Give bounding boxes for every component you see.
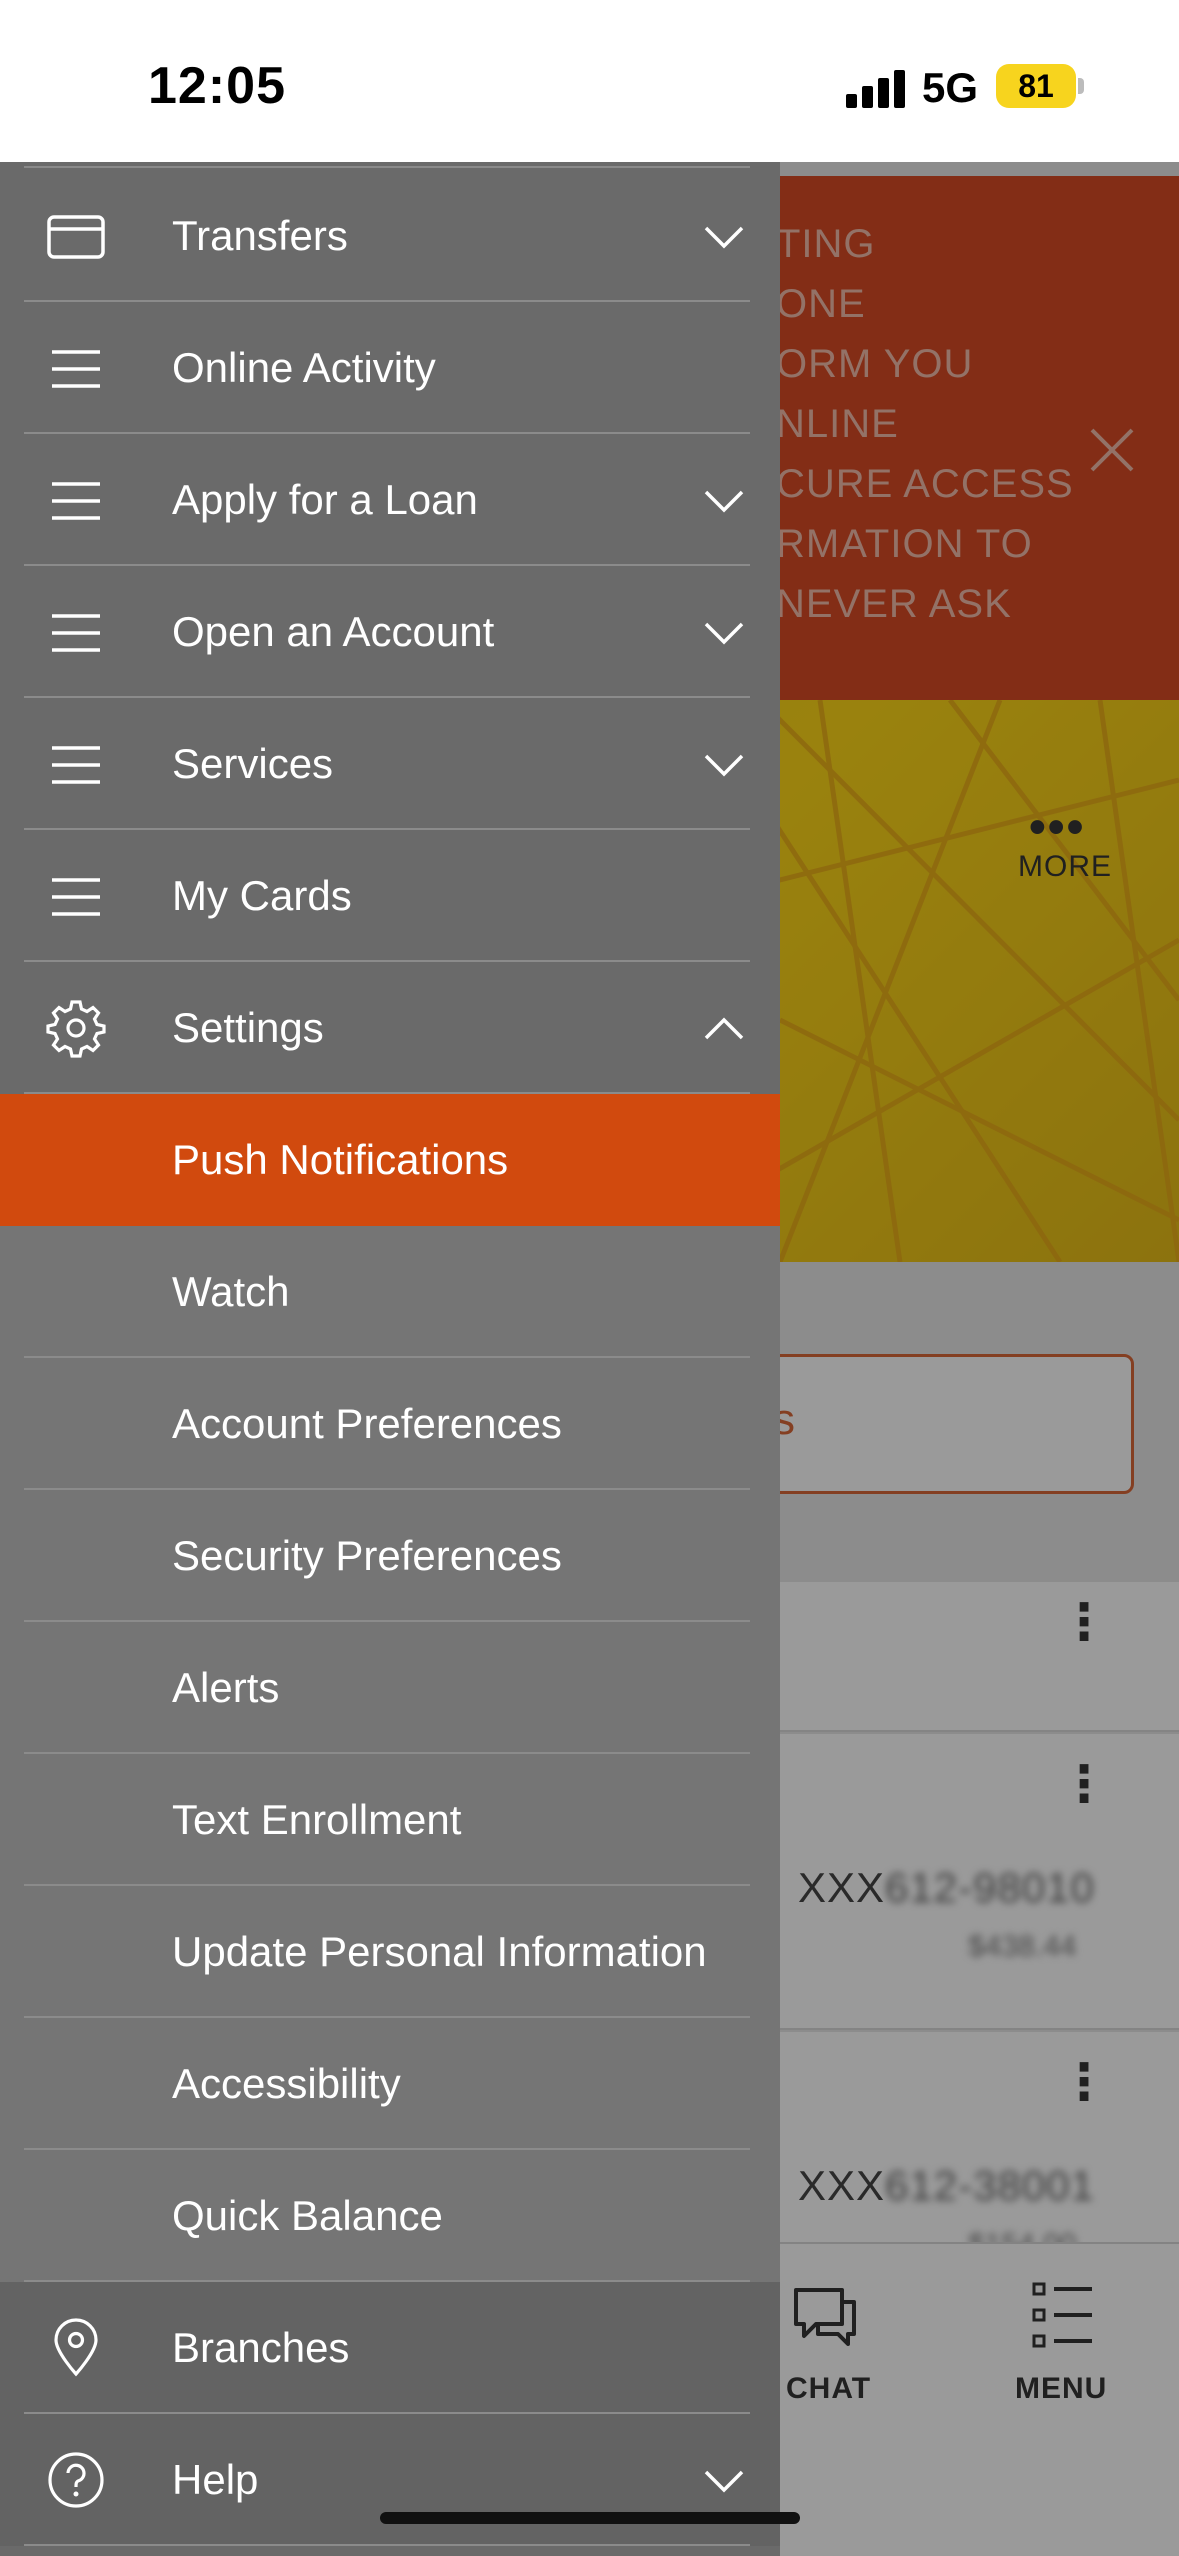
menu-item-services[interactable]: Services bbox=[0, 698, 780, 830]
menu-item-accessibility[interactable]: Accessibility bbox=[0, 2018, 780, 2150]
menu-item-label: Quick Balance bbox=[172, 2192, 443, 2239]
chevron-down-icon[interactable] bbox=[702, 616, 746, 648]
menu-item-settings[interactable]: Settings bbox=[0, 962, 780, 1094]
menu-item-label: Account Preferences bbox=[172, 1400, 562, 1447]
network-label: 5G bbox=[922, 64, 979, 111]
menu-item-help[interactable]: Help bbox=[0, 2414, 780, 2546]
menu-item-push-notifications[interactable]: Push Notifications bbox=[0, 1094, 780, 1226]
menu-item-alerts[interactable]: Alerts bbox=[0, 1622, 780, 1754]
menu-item-security-preferences[interactable]: Security Preferences bbox=[0, 1490, 780, 1622]
chevron-up-icon[interactable] bbox=[702, 1012, 746, 1044]
menu-item-label: Alerts bbox=[172, 1664, 280, 1711]
menu-item-account-preferences[interactable]: Account Preferences bbox=[0, 1358, 780, 1490]
list-icon bbox=[46, 474, 106, 528]
home-indicator bbox=[380, 2512, 800, 2524]
signal-icon bbox=[846, 68, 906, 108]
menu-item-label: Security Preferences bbox=[172, 1532, 562, 1579]
menu-item-transfers[interactable]: Transfers bbox=[0, 170, 780, 302]
menu-item-label: Apply for a Loan bbox=[172, 476, 478, 523]
chevron-down-icon[interactable] bbox=[702, 2464, 746, 2496]
menu-divider bbox=[24, 2544, 750, 2546]
card-icon bbox=[46, 210, 106, 264]
menu-item-label: My Cards bbox=[172, 872, 352, 919]
menu-item-watch[interactable]: Watch bbox=[0, 1226, 780, 1358]
menu-item-online-activity[interactable]: Online Activity bbox=[0, 302, 780, 434]
list-icon bbox=[46, 738, 106, 792]
status-bar: 12:05 5G 81 bbox=[0, 0, 1179, 162]
menu-item-label: Open an Account bbox=[172, 608, 495, 655]
menu-item-label: Services bbox=[172, 740, 334, 787]
gear-icon bbox=[46, 1000, 106, 1058]
menu-item-label: Transfers bbox=[172, 212, 348, 259]
battery-icon: 81 bbox=[996, 64, 1076, 108]
menu-item-branches[interactable]: Branches bbox=[0, 2282, 780, 2414]
battery-cap bbox=[1078, 78, 1084, 94]
status-time: 12:05 bbox=[148, 57, 286, 115]
list-icon bbox=[46, 606, 106, 660]
menu-item-label: Settings bbox=[172, 1004, 324, 1051]
list-icon bbox=[46, 870, 106, 924]
menu-item-quick-balance[interactable]: Quick Balance bbox=[0, 2150, 780, 2282]
menu-item-label: Watch bbox=[172, 1268, 290, 1315]
list-icon bbox=[46, 342, 106, 396]
side-drawer-menu: Transfers Online Activity Apply for a Loan… bbox=[0, 162, 780, 2556]
menu-item-label: Push Notifications bbox=[172, 1136, 509, 1183]
chevron-down-icon[interactable] bbox=[702, 484, 746, 516]
menu-item-label: Text Enrollment bbox=[172, 1796, 462, 1843]
menu-item-open-an-account[interactable]: Open an Account bbox=[0, 566, 780, 698]
menu-item-label: Online Activity bbox=[172, 344, 436, 391]
chevron-down-icon[interactable] bbox=[702, 748, 746, 780]
menu-item-label: Accessibility bbox=[172, 2060, 401, 2107]
menu-item-text-enrollment[interactable]: Text Enrollment bbox=[0, 1754, 780, 1886]
chevron-down-icon[interactable] bbox=[702, 220, 746, 252]
menu-item-apply-for-a-loan[interactable]: Apply for a Loan bbox=[0, 434, 780, 566]
menu-item-label: Help bbox=[172, 2456, 259, 2503]
menu-item-label: Update Personal Information bbox=[172, 1928, 707, 1975]
menu-item-my-cards[interactable]: My Cards bbox=[0, 830, 780, 962]
menu-item-update-personal-information[interactable]: Update Personal Information bbox=[0, 1886, 780, 2018]
help-circle-icon bbox=[46, 2452, 106, 2508]
drawer-top-divider bbox=[24, 166, 750, 168]
location-pin-icon bbox=[46, 2318, 106, 2377]
menu-item-label: Branches bbox=[172, 2324, 350, 2371]
